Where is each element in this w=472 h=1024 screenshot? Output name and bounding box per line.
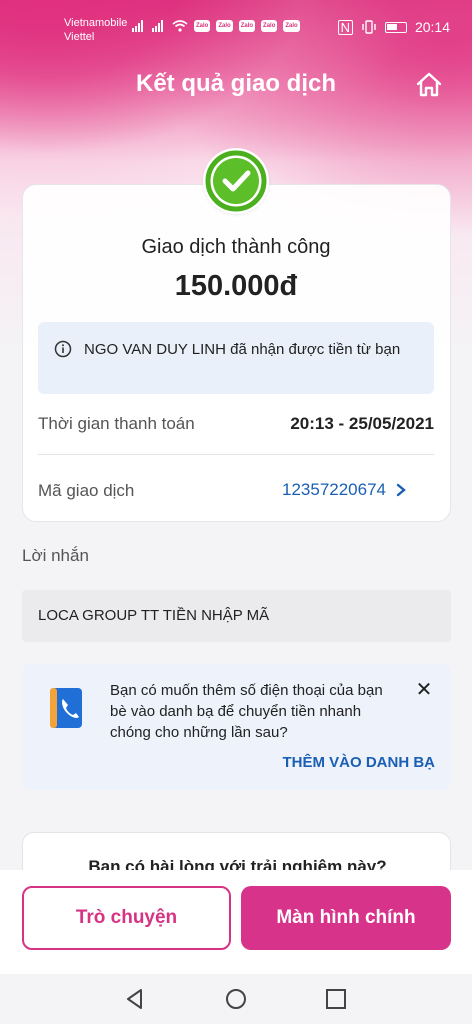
payment-time-label: Thời gian thanh toán — [38, 414, 195, 433]
home-nav-icon[interactable] — [223, 986, 249, 1012]
info-message: NGO VAN DUY LINH đã nhận được tiền từ bạ… — [84, 341, 401, 358]
transaction-id-value: 12357220674 — [282, 480, 387, 499]
contact-book-icon — [50, 688, 82, 728]
nfc-icon: N — [337, 19, 353, 35]
divider — [38, 454, 434, 455]
add-to-contacts-button[interactable]: THÊM VÀO DANH BẠ — [283, 754, 436, 771]
add-contact-prompt: Bạn có muốn thêm số điện thoại của bạn b… — [22, 664, 451, 790]
page-title: Kết quả giao dịch — [135, 70, 336, 97]
zalo-notification-icon: Zalo — [194, 20, 211, 32]
battery-icon — [384, 21, 407, 33]
message-box: LOCA GROUP TT TIỀN NHẬP MÃ — [22, 590, 451, 642]
status-bar: Vietnamobile Viettel Zalo Zalo Zalo Zalo… — [0, 0, 472, 50]
clock: 20:14 — [414, 19, 450, 35]
carrier-info: Vietnamobile Viettel — [64, 16, 127, 44]
message-text: LOCA GROUP TT TIỀN NHẬP MÃ — [38, 607, 270, 624]
zalo-notification-icon: Zalo — [216, 20, 233, 32]
home-screen-button[interactable]: Màn hình chính — [241, 886, 451, 950]
chat-button[interactable]: Trò chuyện — [22, 886, 231, 950]
zalo-notification-icon: Zalo — [283, 20, 300, 32]
signal-icon — [132, 20, 146, 32]
status-right: N 20:14 — [337, 19, 450, 35]
check-circle-icon — [205, 150, 267, 212]
transaction-amount: 150.000đ — [174, 270, 298, 302]
info-box: NGO VAN DUY LINH đã nhận được tiền từ bạ… — [38, 322, 434, 394]
transaction-status: Giao dịch thành công — [141, 236, 331, 258]
carrier-1: Vietnamobile — [64, 17, 128, 29]
success-badge — [203, 148, 269, 214]
wifi-icon — [172, 20, 188, 32]
close-icon[interactable]: ✕ — [414, 680, 434, 700]
info-icon — [54, 340, 72, 358]
home-button[interactable] — [414, 70, 444, 100]
chevron-right-icon — [396, 483, 406, 497]
back-icon[interactable] — [122, 986, 148, 1012]
payment-time-value: 20:13 - 25/05/2021 — [290, 414, 434, 433]
message-label: Lời nhắn — [22, 546, 89, 565]
transaction-id-label: Mã giao dịch — [38, 481, 135, 500]
vibrate-icon — [362, 20, 376, 34]
zalo-notification-icon: Zalo — [238, 20, 256, 32]
status-icons: Zalo Zalo Zalo Zalo Zalo — [132, 20, 300, 32]
zalo-notification-icon: Zalo — [261, 20, 278, 32]
transaction-id-link[interactable]: 12357220674 — [282, 480, 406, 500]
recents-icon[interactable] — [323, 986, 349, 1012]
add-contact-text: Bạn có muốn thêm số điện thoại của bạn b… — [110, 682, 383, 741]
signal-icon — [152, 20, 166, 32]
carrier-2: Viettel — [64, 31, 95, 43]
system-nav-bar — [0, 974, 472, 1024]
home-icon — [416, 72, 442, 97]
